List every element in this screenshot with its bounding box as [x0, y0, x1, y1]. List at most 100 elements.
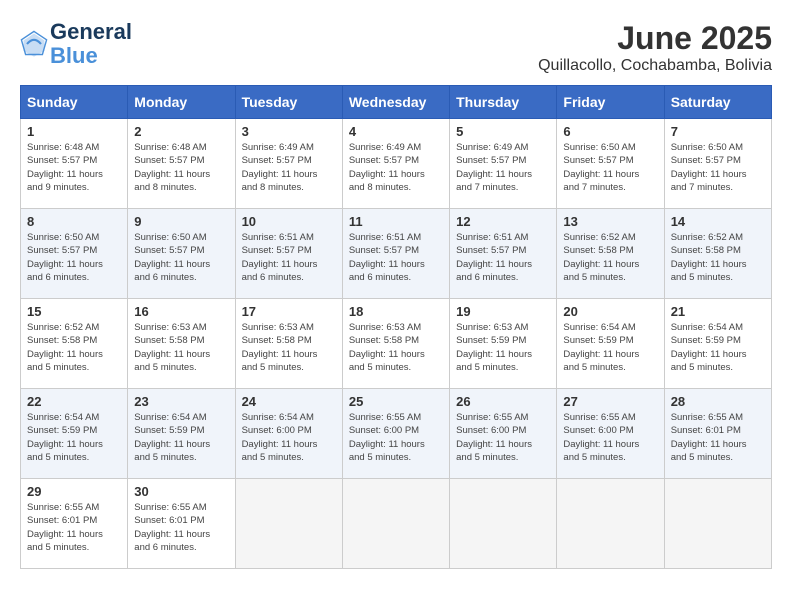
day-number: 3 — [242, 124, 336, 139]
day-info: Sunrise: 6:53 AMSunset: 5:58 PMDaylight:… — [134, 321, 228, 374]
calendar-cell: 24 Sunrise: 6:54 AMSunset: 6:00 PMDayligh… — [235, 389, 342, 479]
weekday-header-friday: Friday — [557, 86, 664, 119]
weekday-header-wednesday: Wednesday — [342, 86, 449, 119]
day-number: 17 — [242, 304, 336, 319]
day-info: Sunrise: 6:53 AMSunset: 5:59 PMDaylight:… — [456, 321, 550, 374]
calendar-week-3: 15 Sunrise: 6:52 AMSunset: 5:58 PMDayligh… — [21, 299, 772, 389]
weekday-header-tuesday: Tuesday — [235, 86, 342, 119]
day-number: 12 — [456, 214, 550, 229]
calendar-cell: 16Sunrise: 6:53 AMSunset: 5:58 PMDayligh… — [128, 299, 235, 389]
day-info: Sunrise: 6:50 AMSunset: 5:57 PMDaylight:… — [134, 231, 228, 284]
day-info: Sunrise: 6:49 AMSunset: 5:57 PMDaylight:… — [242, 141, 336, 194]
day-info: Sunrise: 6:55 AMSunset: 6:01 PMDaylight:… — [27, 501, 121, 554]
weekday-header-monday: Monday — [128, 86, 235, 119]
calendar-cell: 15 Sunrise: 6:52 AMSunset: 5:58 PMDayligh… — [21, 299, 128, 389]
calendar-cell: 17 Sunrise: 6:53 AMSunset: 5:58 PMDayligh… — [235, 299, 342, 389]
day-info: Sunrise: 6:53 AMSunset: 5:58 PMDaylight:… — [349, 321, 443, 374]
calendar-cell: 4 Sunrise: 6:49 AMSunset: 5:57 PMDaylight… — [342, 119, 449, 209]
day-number: 20 — [563, 304, 657, 319]
calendar-cell: 6 Sunrise: 6:50 AMSunset: 5:57 PMDaylight… — [557, 119, 664, 209]
day-number: 10 — [242, 214, 336, 229]
calendar-cell: 21 Sunrise: 6:54 AMSunset: 5:59 PMDayligh… — [664, 299, 771, 389]
day-number: 29 — [27, 484, 121, 499]
day-info: Sunrise: 6:50 AMSunset: 5:57 PMDaylight:… — [27, 231, 121, 284]
calendar-cell: 26Sunrise: 6:55 AMSunset: 6:00 PMDayligh… — [450, 389, 557, 479]
calendar-table: SundayMondayTuesdayWednesdayThursdayFrid… — [20, 85, 772, 569]
day-info: Sunrise: 6:48 AMSunset: 5:57 PMDaylight:… — [134, 141, 228, 194]
calendar-cell — [235, 479, 342, 569]
day-info: Sunrise: 6:54 AMSunset: 5:59 PMDaylight:… — [27, 411, 121, 464]
day-info: Sunrise: 6:51 AMSunset: 5:57 PMDaylight:… — [242, 231, 336, 284]
day-number: 7 — [671, 124, 765, 139]
calendar-week-5: 29 Sunrise: 6:55 AMSunset: 6:01 PMDayligh… — [21, 479, 772, 569]
calendar-cell: 5 Sunrise: 6:49 AMSunset: 5:57 PMDaylight… — [450, 119, 557, 209]
day-number: 21 — [671, 304, 765, 319]
day-number: 18 — [349, 304, 443, 319]
day-info: Sunrise: 6:54 AMSunset: 6:00 PMDaylight:… — [242, 411, 336, 464]
calendar-week-4: 22Sunrise: 6:54 AMSunset: 5:59 PMDayligh… — [21, 389, 772, 479]
calendar-cell: 12 Sunrise: 6:51 AMSunset: 5:57 PMDayligh… — [450, 209, 557, 299]
logo-text: GeneralBlue — [50, 20, 132, 68]
day-info: Sunrise: 6:52 AMSunset: 5:58 PMDaylight:… — [563, 231, 657, 284]
day-info: Sunrise: 6:55 AMSunset: 6:01 PMDaylight:… — [134, 501, 228, 554]
logo: GeneralBlue — [20, 20, 132, 68]
calendar-cell: 29 Sunrise: 6:55 AMSunset: 6:01 PMDayligh… — [21, 479, 128, 569]
month-title: June 2025 — [538, 20, 772, 57]
day-number: 30 — [134, 484, 228, 499]
day-number: 9 — [134, 214, 228, 229]
day-info: Sunrise: 6:52 AMSunset: 5:58 PMDaylight:… — [27, 321, 121, 374]
day-number: 24 — [242, 394, 336, 409]
calendar-cell: 14 Sunrise: 6:52 AMSunset: 5:58 PMDayligh… — [664, 209, 771, 299]
calendar-cell — [557, 479, 664, 569]
day-info: Sunrise: 6:49 AMSunset: 5:57 PMDaylight:… — [456, 141, 550, 194]
day-number: 25 — [349, 394, 443, 409]
day-number: 6 — [563, 124, 657, 139]
calendar-cell: 7 Sunrise: 6:50 AMSunset: 5:57 PMDaylight… — [664, 119, 771, 209]
day-number: 28 — [671, 394, 765, 409]
day-info: Sunrise: 6:51 AMSunset: 5:57 PMDaylight:… — [456, 231, 550, 284]
day-number: 23 — [134, 394, 228, 409]
day-info: Sunrise: 6:49 AMSunset: 5:57 PMDaylight:… — [349, 141, 443, 194]
day-number: 27 — [563, 394, 657, 409]
calendar-cell: 19 Sunrise: 6:53 AMSunset: 5:59 PMDayligh… — [450, 299, 557, 389]
day-info: Sunrise: 6:50 AMSunset: 5:57 PMDaylight:… — [563, 141, 657, 194]
location-title: Quillacollo, Cochabamba, Bolivia — [538, 57, 772, 75]
day-info: Sunrise: 6:54 AMSunset: 5:59 PMDaylight:… — [671, 321, 765, 374]
day-info: Sunrise: 6:55 AMSunset: 6:00 PMDaylight:… — [563, 411, 657, 464]
logo-icon — [20, 30, 48, 58]
calendar-cell: 11Sunrise: 6:51 AMSunset: 5:57 PMDayligh… — [342, 209, 449, 299]
calendar-cell: 25 Sunrise: 6:55 AMSunset: 6:00 PMDayligh… — [342, 389, 449, 479]
weekday-header-thursday: Thursday — [450, 86, 557, 119]
weekday-header-saturday: Saturday — [664, 86, 771, 119]
day-number: 11 — [349, 214, 443, 229]
calendar-week-1: 1 Sunrise: 6:48 AMSunset: 5:57 PMDaylight… — [21, 119, 772, 209]
calendar-cell: 8 Sunrise: 6:50 AMSunset: 5:57 PMDaylight… — [21, 209, 128, 299]
day-number: 4 — [349, 124, 443, 139]
day-info: Sunrise: 6:54 AMSunset: 5:59 PMDaylight:… — [563, 321, 657, 374]
title-section: June 2025 Quillacollo, Cochabamba, Boliv… — [538, 20, 772, 75]
day-number: 2 — [134, 124, 228, 139]
day-info: Sunrise: 6:50 AMSunset: 5:57 PMDaylight:… — [671, 141, 765, 194]
day-info: Sunrise: 6:52 AMSunset: 5:58 PMDaylight:… — [671, 231, 765, 284]
weekday-header-row: SundayMondayTuesdayWednesdayThursdayFrid… — [21, 86, 772, 119]
day-info: Sunrise: 6:53 AMSunset: 5:58 PMDaylight:… — [242, 321, 336, 374]
calendar-cell: 20 Sunrise: 6:54 AMSunset: 5:59 PMDayligh… — [557, 299, 664, 389]
day-number: 1 — [27, 124, 121, 139]
calendar-cell: 28Sunrise: 6:55 AMSunset: 6:01 PMDayligh… — [664, 389, 771, 479]
day-number: 26 — [456, 394, 550, 409]
calendar-cell — [664, 479, 771, 569]
day-info: Sunrise: 6:55 AMSunset: 6:00 PMDaylight:… — [349, 411, 443, 464]
day-info: Sunrise: 6:48 AMSunset: 5:57 PMDaylight:… — [27, 141, 121, 194]
calendar-cell: 13Sunrise: 6:52 AMSunset: 5:58 PMDayligh… — [557, 209, 664, 299]
calendar-cell: 30 Sunrise: 6:55 AMSunset: 6:01 PMDayligh… — [128, 479, 235, 569]
calendar-cell: 10 Sunrise: 6:51 AMSunset: 5:57 PMDayligh… — [235, 209, 342, 299]
day-number: 19 — [456, 304, 550, 319]
day-number: 14 — [671, 214, 765, 229]
calendar-cell: 2 Sunrise: 6:48 AMSunset: 5:57 PMDaylight… — [128, 119, 235, 209]
weekday-header-sunday: Sunday — [21, 86, 128, 119]
day-number: 8 — [27, 214, 121, 229]
day-number: 15 — [27, 304, 121, 319]
page-header: GeneralBlue June 2025 Quillacollo, Cocha… — [20, 20, 772, 75]
calendar-cell — [450, 479, 557, 569]
day-number: 5 — [456, 124, 550, 139]
